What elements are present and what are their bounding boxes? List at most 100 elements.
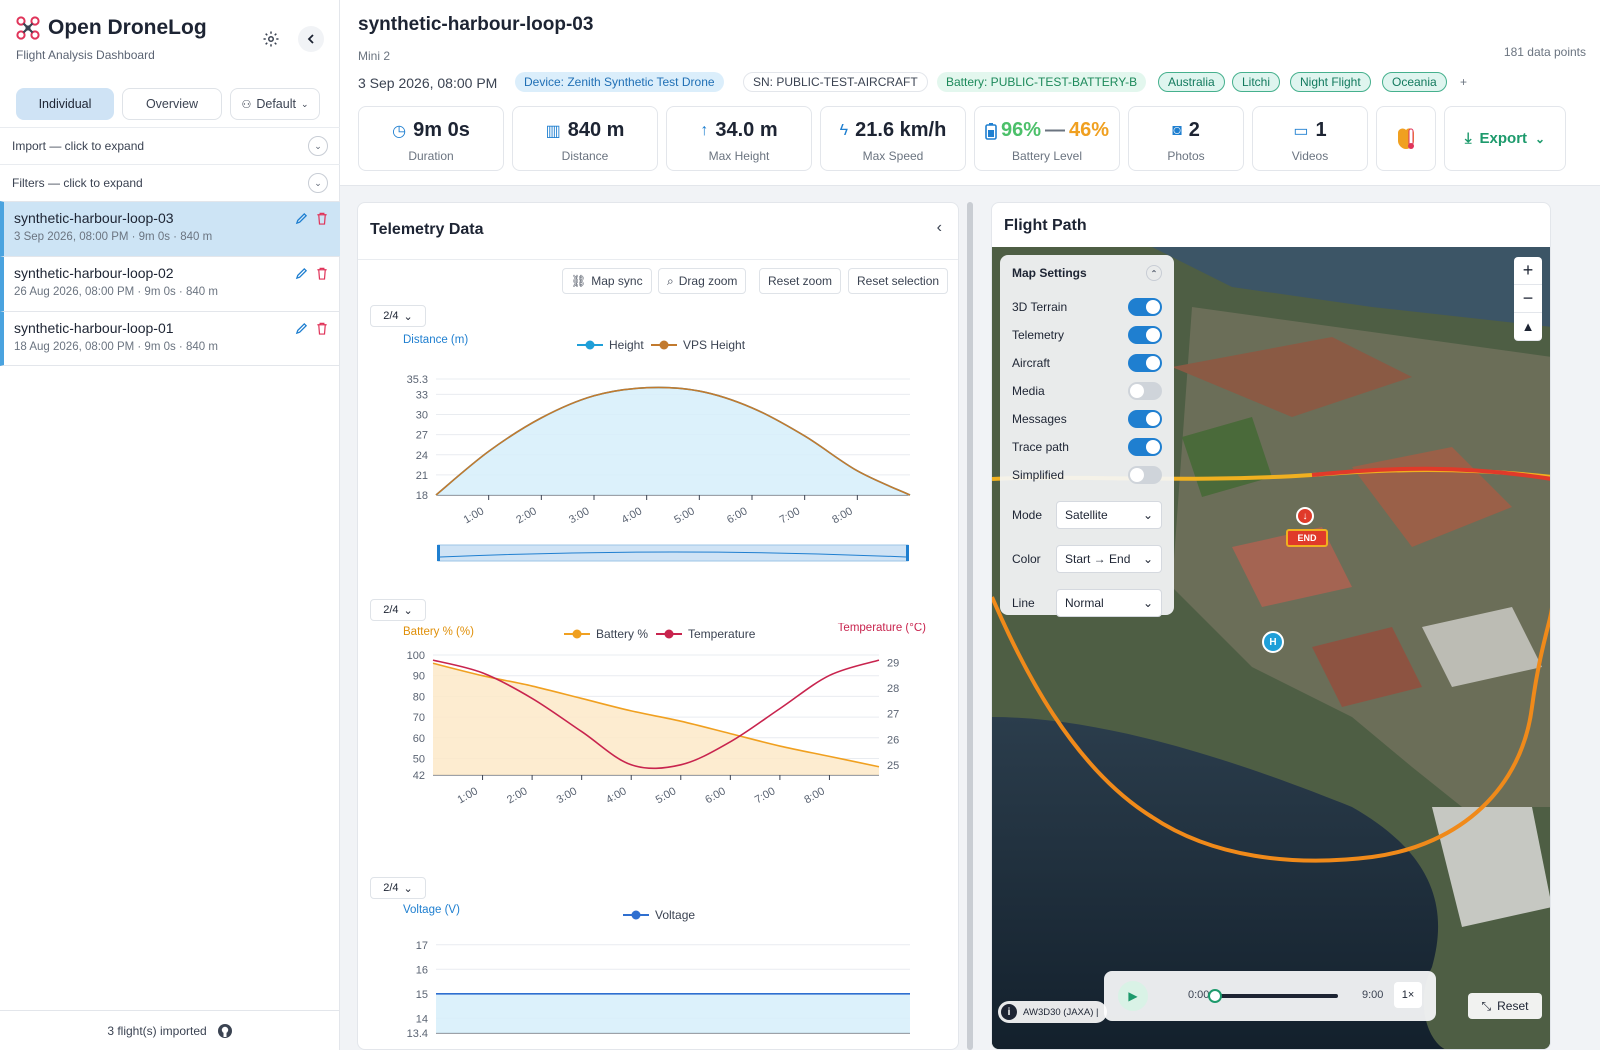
flight-name: synthetic-harbour-loop-03 <box>14 210 174 226</box>
3d-terrain-toggle[interactable] <box>1128 298 1162 316</box>
x-tick-label: 3:00 <box>567 505 592 526</box>
download-icon: ⤓ <box>1464 130 1472 147</box>
messages-toggle[interactable] <box>1128 410 1162 428</box>
serial-chip: SN: PUBLIC-TEST-AIRCRAFT <box>743 72 928 92</box>
chart-pager-select[interactable]: 2/4 ⌄ <box>370 305 426 327</box>
telemetry-title: Telemetry Data <box>370 221 484 238</box>
delete-trash-icon[interactable] <box>316 212 328 225</box>
flight-list-item[interactable]: synthetic-harbour-loop-03 3 Sep 2026, 08… <box>0 201 340 256</box>
edit-pencil-icon[interactable] <box>295 322 308 335</box>
edit-pencil-icon[interactable] <box>295 212 308 225</box>
playback-speed-button[interactable]: 1× <box>1394 982 1422 1008</box>
collapse-chevron-left-icon[interactable]: ‹ <box>937 219 942 237</box>
video-camera-icon: ▭ <box>1293 122 1309 140</box>
brand: Open DroneLog <box>16 16 207 40</box>
tag-chip-litchi[interactable]: Litchi <box>1232 72 1281 92</box>
info-icon[interactable]: i <box>1001 1004 1017 1020</box>
stat-max-height-label: Max Height <box>708 149 770 163</box>
battery-end-value: 46% <box>1069 119 1110 141</box>
voltage-chart[interactable]: Voltage (V) Voltage 17 16 15 14 13.4 <box>358 901 959 1050</box>
reset-selection-button[interactable]: Reset selection <box>848 268 949 294</box>
y2-tick-label: 28 <box>887 683 899 695</box>
chart-pager-select[interactable]: 2/4 ⌄ <box>370 599 426 621</box>
chevron-up-icon[interactable]: ⌃ <box>1146 265 1162 281</box>
import-section-label: Import — click to expand <box>12 139 145 153</box>
panel-resize-handle[interactable] <box>967 202 973 1050</box>
media-toggle[interactable] <box>1128 382 1162 400</box>
flight-list-item[interactable]: synthetic-harbour-loop-01 18 Aug 2026, 0… <box>0 311 340 366</box>
color-select[interactable]: Start → End ⌄ <box>1056 545 1162 573</box>
playback-controls: ▶ 0:00 9:00 1× <box>1104 971 1436 1021</box>
filters-section-toggle[interactable]: Filters — click to expand ⌄ <box>0 164 340 201</box>
github-icon[interactable] <box>217 1023 233 1039</box>
filters-section-label: Filters — click to expand <box>12 176 143 190</box>
clock-icon: ◷ <box>392 122 407 140</box>
aircraft-toggle[interactable] <box>1128 354 1162 372</box>
import-section-toggle[interactable]: Import — click to expand ⌄ <box>0 127 340 164</box>
color-label: Color <box>1012 552 1041 566</box>
drag-zoom-button[interactable]: ⌕ Drag zoom <box>658 268 747 294</box>
flight-name: synthetic-harbour-loop-02 <box>14 265 174 281</box>
x-tick-label: 2:00 <box>514 505 539 526</box>
playback-start-time: 0:00 <box>1188 989 1210 1001</box>
x-tick-label: 8:00 <box>802 785 827 806</box>
tab-overview[interactable]: Overview <box>122 88 222 120</box>
mode-select[interactable]: Satellite ⌄ <box>1056 501 1162 529</box>
delete-trash-icon[interactable] <box>316 267 328 280</box>
play-button[interactable]: ▶ <box>1118 981 1148 1011</box>
tag-chip-night-flight[interactable]: Night Flight <box>1290 72 1371 92</box>
flight-list-item[interactable]: synthetic-harbour-loop-02 26 Aug 2026, 0… <box>0 256 340 311</box>
pager-label: 2/4 <box>383 604 399 616</box>
compass-north-icon[interactable]: ▲ <box>1514 313 1542 341</box>
chevron-down-icon: ⌄ <box>300 98 309 109</box>
legend-label: Voltage <box>655 908 695 922</box>
battery-chip: Battery: PUBLIC-TEST-BATTERY-B <box>937 72 1147 92</box>
y2-tick-label: 27 <box>887 709 899 721</box>
playback-track[interactable] <box>1216 994 1338 998</box>
stat-max-speed-label: Max Speed <box>862 149 924 163</box>
delete-trash-icon[interactable] <box>316 322 328 335</box>
sidebar: Open DroneLog Flight Analysis Dashboard … <box>0 0 340 1050</box>
stat-battery-level: 96% — 46% Battery Level <box>974 106 1120 171</box>
playback-scrubber-handle[interactable] <box>1208 989 1222 1003</box>
stat-videos: ▭ 1 Videos <box>1252 106 1368 171</box>
stat-videos-value: 1 <box>1315 119 1327 141</box>
reset-view-button[interactable]: ⤡ Reset <box>1468 993 1542 1019</box>
end-marker[interactable]: END <box>1286 529 1328 547</box>
stat-distance: ▥ 840 m Distance <box>512 106 658 171</box>
trace-path-toggle[interactable] <box>1128 438 1162 456</box>
settings-gear-icon[interactable] <box>258 26 284 52</box>
map-sync-button[interactable]: ⛓ Map sync <box>562 268 652 294</box>
edit-pencil-icon[interactable] <box>295 267 308 280</box>
telemetry-toggle[interactable] <box>1128 326 1162 344</box>
y2-tick-label: 26 <box>887 734 899 746</box>
flight-meta: 18 Aug 2026, 08:00 PM · 9m 0s · 840 m <box>14 341 218 353</box>
home-marker[interactable]: H <box>1262 631 1284 653</box>
satellite-map[interactable]: Map Settings ⌃ 3D Terrain Telemetry Airc… <box>992 247 1550 1049</box>
chevron-down-icon: ⌄ <box>403 310 413 323</box>
battery-start-value: 96% <box>1000 119 1041 141</box>
tab-individual[interactable]: Individual <box>16 88 114 120</box>
y-tick-label: 100 <box>407 650 425 662</box>
zoom-out-button[interactable]: − <box>1514 285 1542 313</box>
profile-select[interactable]: ⚇ Default ⌄ <box>230 88 320 120</box>
reset-zoom-button[interactable]: Reset zoom <box>759 268 842 294</box>
simplified-toggle[interactable] <box>1128 466 1162 484</box>
export-button[interactable]: ⤓ Export ⌄ <box>1444 106 1566 171</box>
chart-pager-select[interactable]: 2/4 ⌄ <box>370 877 426 899</box>
add-tag-button[interactable]: + <box>1456 72 1471 92</box>
collapse-sidebar-chevron-left-icon[interactable] <box>298 26 324 52</box>
mode-label: Mode <box>1012 508 1043 522</box>
weather-button[interactable] <box>1376 106 1436 171</box>
battery-temperature-chart[interactable]: Battery % (%) Temperature (°C) Battery % Te… <box>358 623 959 858</box>
height-chart[interactable]: Distance (m) Height VPS Height 35.3 33 30 27 24… <box>358 331 959 581</box>
tag-chip-oceania[interactable]: Oceania <box>1382 72 1447 92</box>
tag-chip-australia[interactable]: Australia <box>1158 72 1225 92</box>
battery-separator: — <box>1045 119 1065 141</box>
chevron-down-icon: ⌄ <box>403 604 413 617</box>
y2-tick-label: 29 <box>887 658 899 670</box>
line-select[interactable]: Normal ⌄ <box>1056 589 1162 617</box>
app-title: Open DroneLog <box>48 16 207 39</box>
y-axis-label: Voltage (V) <box>403 904 460 916</box>
zoom-in-button[interactable]: + <box>1514 257 1542 285</box>
